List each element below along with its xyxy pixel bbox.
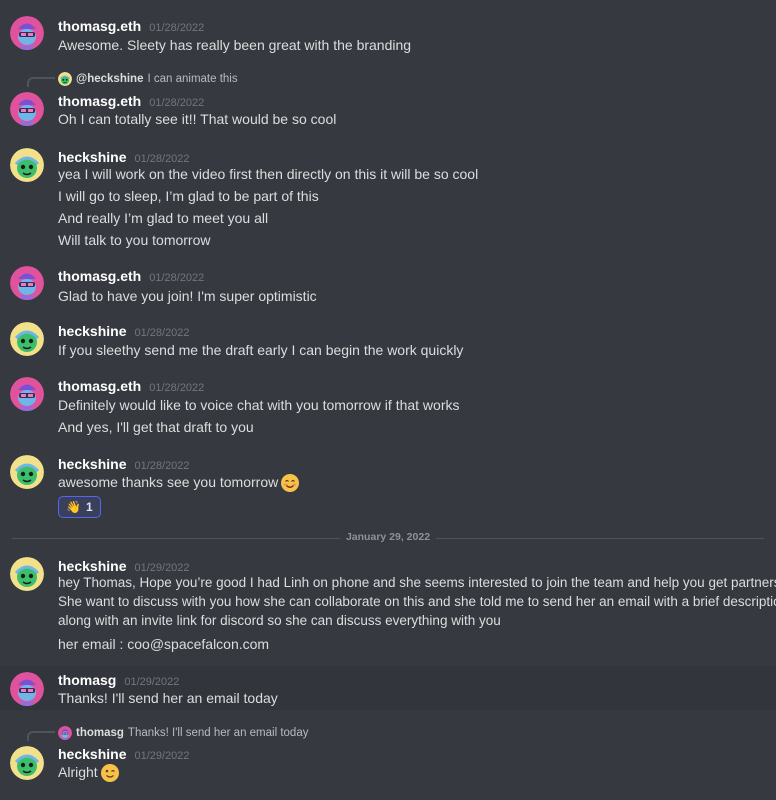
- smiling-face-icon: [281, 474, 300, 493]
- reply-username[interactable]: thomasg: [76, 727, 124, 739]
- avatar: [58, 72, 72, 86]
- timestamp: 01/28/2022: [149, 97, 205, 109]
- avatar[interactable]: [10, 557, 44, 591]
- message-group: thomasg.eth 01/28/2022 Awesome. Sleety ha…: [0, 10, 776, 60]
- avatar[interactable]: [10, 322, 44, 356]
- timestamp: 01/29/2022: [124, 676, 180, 688]
- avatar[interactable]: [10, 92, 44, 126]
- avatar[interactable]: [10, 746, 44, 780]
- reply-username[interactable]: @heckshine: [76, 73, 143, 85]
- timestamp: 01/28/2022: [134, 153, 190, 165]
- message-text: Awesome. Sleety has really been great wi…: [58, 37, 412, 53]
- timestamp: 01/28/2022: [149, 382, 205, 394]
- username[interactable]: thomasg.eth: [58, 93, 141, 109]
- username[interactable]: heckshine: [58, 746, 126, 762]
- date-divider-label: January 29, 2022: [339, 531, 437, 543]
- timestamp: 01/29/2022: [134, 750, 190, 762]
- message-text: Will talk to you tomorrow: [58, 232, 211, 248]
- message-text: And really I’m glad to meet you all: [58, 210, 269, 226]
- username[interactable]: thomasg.eth: [58, 268, 141, 284]
- message-text: Thanks! I'll send her an email today: [58, 690, 278, 706]
- reply-connector: [27, 77, 55, 87]
- message-group: heckshine 01/28/2022 yea I will work on t…: [0, 142, 776, 252]
- avatar[interactable]: [10, 16, 44, 50]
- message-text: her email : coo@spacefalcon.com: [58, 636, 270, 652]
- message-text-content: awesome thanks see you tomorrow: [58, 474, 279, 490]
- message-text: yea I will work on the video first then …: [58, 166, 479, 182]
- winking-face-icon: [100, 764, 119, 783]
- message-group: heckshine 01/28/2022 If you sleethy send …: [0, 316, 776, 366]
- reply-connector: [27, 731, 55, 741]
- avatar[interactable]: [10, 266, 44, 300]
- message-group: thomasg.eth 01/28/2022 Definitely would l…: [0, 371, 776, 443]
- message-text-content: Alright: [58, 764, 98, 780]
- username[interactable]: thomasg: [58, 672, 116, 688]
- message-text: Glad to have you join! I'm super optimis…: [58, 288, 317, 304]
- reaction-count: 1: [85, 500, 93, 514]
- message-header: thomasg.eth 01/28/2022: [58, 268, 204, 286]
- username[interactable]: heckshine: [58, 456, 126, 472]
- message-text: hey Thomas, Hope you’re good I had Linh …: [58, 575, 776, 590]
- message-group: heckshine 01/29/2022 hey Thomas, Hope you…: [0, 551, 776, 661]
- avatar[interactable]: [10, 672, 44, 706]
- message-text: Oh I can totally see it!! That would be …: [58, 111, 337, 127]
- timestamp: 01/28/2022: [134, 327, 190, 339]
- avatar[interactable]: [10, 148, 44, 182]
- timestamp: 01/28/2022: [134, 460, 190, 472]
- reply-text: Thanks! I'll send her an email today: [127, 727, 309, 739]
- message-header: thomasg.eth 01/28/2022: [58, 378, 204, 396]
- message-group: thomasg.eth 01/28/2022 Glad to have you j…: [0, 260, 776, 310]
- message-text: awesome thanks see you tomorrow: [58, 474, 300, 493]
- timestamp: 01/28/2022: [149, 272, 205, 284]
- message-group: heckshine 01/28/2022 awesome thanks see y…: [0, 449, 776, 519]
- username[interactable]: thomasg.eth: [58, 18, 141, 34]
- message-header: thomasg.eth 01/28/2022: [58, 93, 204, 111]
- username[interactable]: heckshine: [58, 323, 126, 339]
- message-header: heckshine 01/29/2022: [58, 558, 190, 576]
- message-group: thomasg 01/29/2022 Thanks! I'll send her …: [0, 666, 776, 710]
- message-header: heckshine 01/28/2022: [58, 149, 190, 167]
- message-header: heckshine 01/29/2022: [58, 746, 190, 764]
- message-text: And yes, I'll get that draft to you: [58, 419, 254, 435]
- message-text: Definitely would like to voice chat with…: [58, 397, 460, 413]
- message-text: Alright: [58, 764, 119, 783]
- username[interactable]: heckshine: [58, 149, 126, 165]
- avatar[interactable]: [10, 377, 44, 411]
- username[interactable]: heckshine: [58, 558, 126, 574]
- reply-text: I can animate this: [147, 73, 238, 85]
- message-text: along with an invite link for discord so…: [58, 613, 501, 628]
- message-text: She want to discuss with you how she can…: [58, 594, 776, 609]
- waving-hand-icon: 👋: [66, 500, 81, 514]
- message-header: heckshine 01/28/2022: [58, 456, 190, 474]
- timestamp: 01/28/2022: [149, 22, 205, 34]
- reaction-button[interactable]: 👋 1: [58, 496, 101, 518]
- message-group: @heckshine I can animate this thomasg.et…: [0, 70, 776, 132]
- avatar: [58, 726, 72, 740]
- message-group: thomasg Thanks! I'll send her an email t…: [0, 722, 776, 794]
- message-header: thomasg.eth 01/28/2022: [58, 18, 204, 36]
- message-text: If you sleethy send me the draft early I…: [58, 342, 464, 358]
- username[interactable]: thomasg.eth: [58, 378, 141, 394]
- message-text: I will go to sleep, I’m glad to be part …: [58, 188, 319, 204]
- message-header: thomasg 01/29/2022: [58, 672, 179, 690]
- avatar[interactable]: [10, 455, 44, 489]
- reply-preview[interactable]: @heckshine I can animate this: [58, 72, 238, 86]
- reply-preview[interactable]: thomasg Thanks! I'll send her an email t…: [58, 726, 308, 740]
- timestamp: 01/29/2022: [134, 562, 190, 574]
- message-header: heckshine 01/28/2022: [58, 323, 190, 341]
